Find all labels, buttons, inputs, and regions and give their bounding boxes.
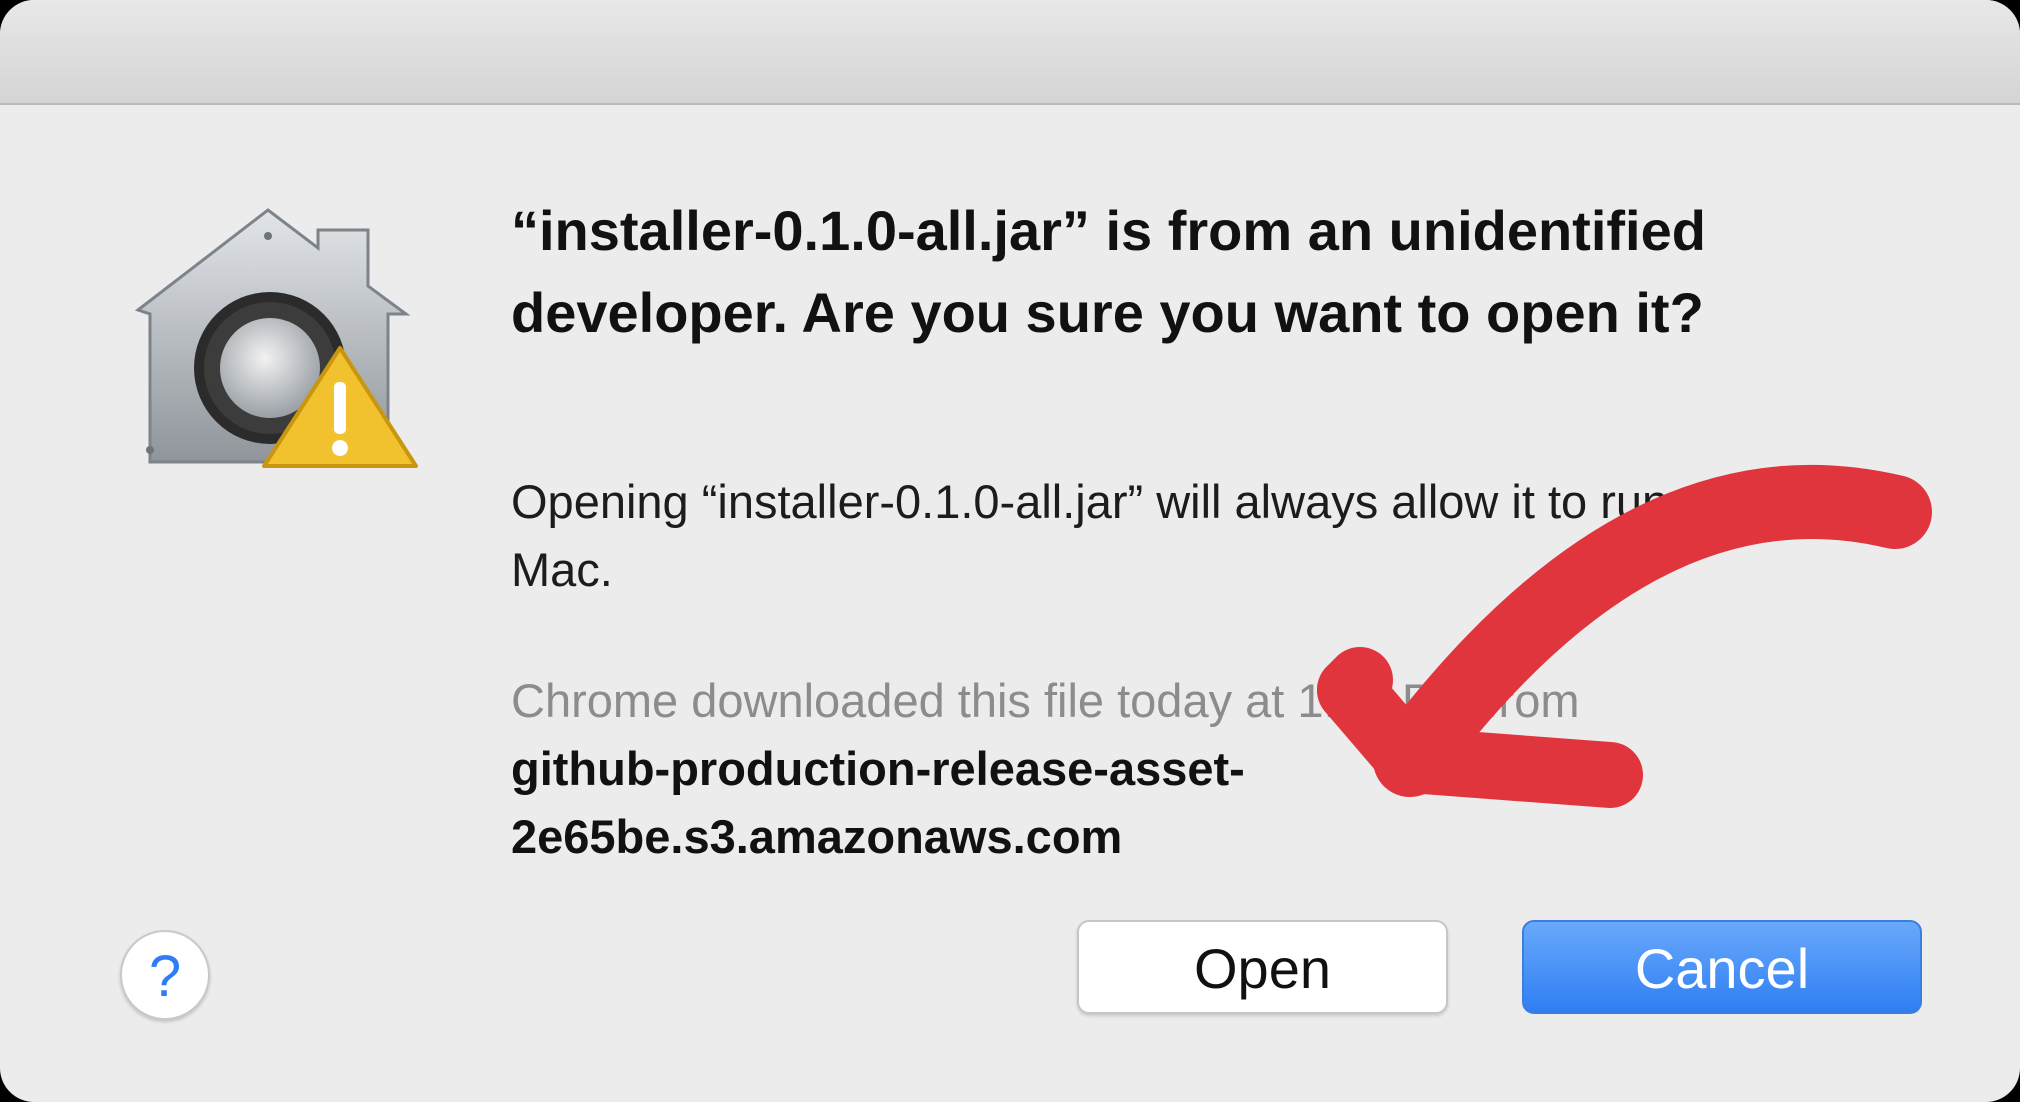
help-button[interactable]: ? xyxy=(120,930,210,1020)
dialog-headline: “installer-0.1.0-all.jar” is from an uni… xyxy=(511,199,1706,344)
open-button[interactable]: Open xyxy=(1077,920,1448,1014)
dialog-titlebar xyxy=(0,0,2020,105)
cancel-button[interactable]: Cancel xyxy=(1522,920,1922,1014)
gatekeeper-lock-house-icon xyxy=(134,208,418,468)
dialog-info-text: Opening “installer-0.1.0-all.jar” will a… xyxy=(511,475,1820,596)
download-source-text: Chrome downloaded this file today at 1:1… xyxy=(511,674,1580,727)
security-dialog: “installer-0.1.0-all.jar” is from an uni… xyxy=(0,0,2020,1102)
download-source-host: github-production-release-asset-2e65be.s… xyxy=(511,742,1245,863)
